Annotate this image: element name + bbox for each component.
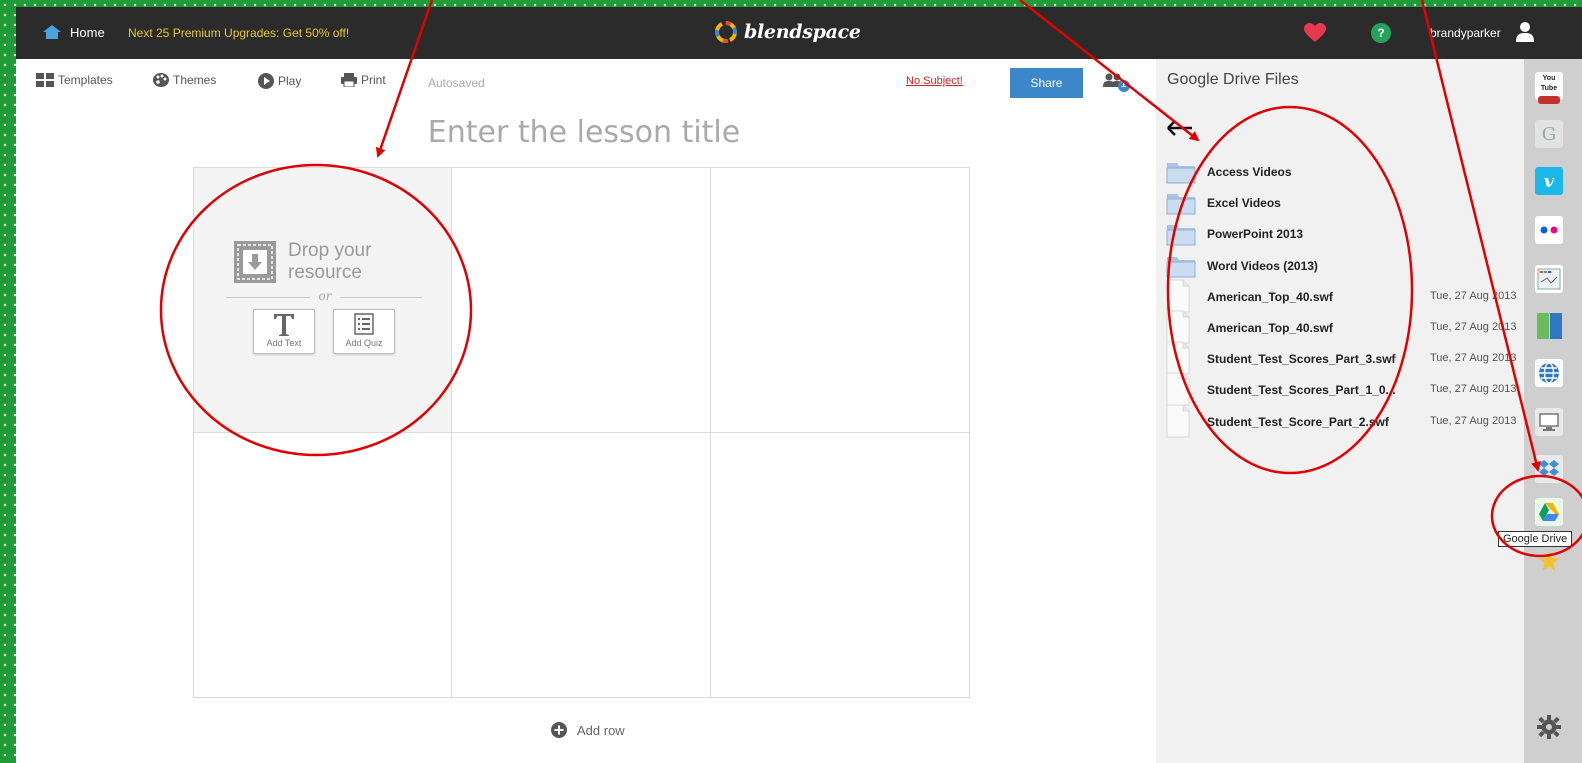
youtube-icon[interactable]: You Tube xyxy=(1535,72,1563,104)
grid-cell[interactable] xyxy=(452,168,711,433)
drive-item-name: Word Videos (2013) xyxy=(1207,258,1318,273)
google-search-icon[interactable]: G xyxy=(1535,120,1563,148)
or-text: or xyxy=(310,289,340,303)
no-subject-link[interactable]: No Subject! xyxy=(906,75,963,87)
themes-label: Themes xyxy=(173,73,217,87)
blendspace-app: Home Next 25 Premium Upgrades: Get 50% o… xyxy=(16,7,1582,763)
grid-cell[interactable] xyxy=(711,433,970,698)
computer-upload-icon[interactable] xyxy=(1535,408,1563,436)
drive-file-row[interactable]: Student_Test_Score_Part_2.swf Tue, 27 Aug… xyxy=(1166,404,1522,438)
blendspace-logo[interactable]: blendspace xyxy=(714,20,861,44)
google-drive-tooltip: Google Drive xyxy=(1498,531,1573,547)
promo-link[interactable]: Next 25 Premium Upgrades: Get 50% off! xyxy=(128,26,349,40)
templates-label: Templates xyxy=(58,73,113,87)
printer-icon xyxy=(341,73,357,87)
drive-item-date: Tue, 27 Aug 2013 xyxy=(1430,383,1517,396)
drive-item-name: American_Top_40.swf xyxy=(1207,321,1333,335)
collaborators-button[interactable]: 1 xyxy=(1102,72,1130,97)
drive-file-row[interactable]: American_Top_40.swf Tue, 27 Aug 2013 xyxy=(1166,279,1522,313)
drop-your-resource-text: Drop your resource xyxy=(288,240,371,284)
palette-icon xyxy=(153,73,169,87)
drive-folder-row[interactable]: PowerPoint 2013 xyxy=(1166,222,1522,248)
web-globe-icon[interactable] xyxy=(1535,359,1563,387)
play-icon xyxy=(258,73,274,89)
drive-folder-row[interactable]: Word Videos (2013) xyxy=(1166,254,1522,280)
logo-text: blendspace xyxy=(744,21,861,43)
lesson-title-input[interactable]: Enter the lesson title xyxy=(16,115,1152,150)
play-button[interactable]: Play xyxy=(258,73,301,89)
dropbox-icon[interactable] xyxy=(1535,455,1563,483)
drive-item-date: Tue, 27 Aug 2013 xyxy=(1430,352,1517,365)
drive-file-row[interactable]: American_Top_40.swf Tue, 27 Aug 2013 xyxy=(1166,310,1522,344)
drop-resource-area[interactable]: Drop your resource xyxy=(234,240,371,284)
drive-item-date: Tue, 27 Aug 2013 xyxy=(1430,289,1517,302)
folder-icon xyxy=(1166,222,1196,251)
home-label: Home xyxy=(70,24,105,40)
drive-item-date: Tue, 27 Aug 2013 xyxy=(1430,414,1517,427)
templates-button[interactable]: Templates xyxy=(36,73,113,87)
print-label: Print xyxy=(361,73,386,87)
grid-cell[interactable]: Drop your resource or Add Text Add Quiz xyxy=(194,168,452,433)
add-quiz-label: Add Quiz xyxy=(345,338,383,348)
home-icon xyxy=(43,25,61,39)
settings-gear-icon[interactable] xyxy=(1535,713,1563,741)
drive-item-name: PowerPoint 2013 xyxy=(1207,227,1304,242)
file-icon xyxy=(1166,404,1190,443)
folder-icon xyxy=(1166,160,1196,189)
drop-line-2: resource xyxy=(288,262,362,283)
drive-file-row[interactable]: Student_Test_Scores_Part_3.swf Tue, 27 Au… xyxy=(1166,341,1522,375)
lesson-grid: Drop your resource or Add Text Add Quiz xyxy=(193,167,970,698)
book-icon[interactable] xyxy=(1535,312,1563,340)
grid-cell[interactable] xyxy=(452,433,711,698)
text-t-icon xyxy=(254,310,314,338)
educreations-icon[interactable] xyxy=(1535,265,1563,293)
drive-file-row[interactable]: Student_Test_Scores_Part_1_0... Tue, 27 A… xyxy=(1166,372,1522,406)
grid-cell[interactable] xyxy=(194,433,452,698)
help-icon[interactable]: ? xyxy=(1371,23,1391,43)
google-drive-panel: Google Drive Files Access Videos Excel Vi… xyxy=(1156,59,1524,763)
folder-icon xyxy=(1166,191,1196,220)
drive-item-name: Student_Test_Scores_Part_1_0... xyxy=(1207,383,1396,398)
top-bar: Home Next 25 Premium Upgrades: Get 50% o… xyxy=(16,7,1582,59)
home-link[interactable]: Home xyxy=(42,24,105,40)
username[interactable]: brandyparker xyxy=(1430,26,1501,40)
resource-dock: You Tube G v xyxy=(1524,59,1582,763)
autosaved-status: Autosaved xyxy=(428,76,485,90)
plus-circle-icon xyxy=(551,722,567,738)
drive-item-name: Access Videos xyxy=(1207,165,1292,179)
grid-cell[interactable] xyxy=(711,168,970,433)
panel-title: Google Drive Files xyxy=(1167,71,1299,88)
drop-line-1: Drop your xyxy=(288,240,372,261)
drive-item-name: American_Top_40.swf xyxy=(1207,289,1333,304)
drive-folder-row[interactable]: Access Videos xyxy=(1166,160,1522,186)
print-button[interactable]: Print xyxy=(341,73,386,87)
star-icon[interactable] xyxy=(1535,547,1563,575)
google-drive-icon[interactable] xyxy=(1535,498,1563,526)
vimeo-icon[interactable]: v xyxy=(1535,167,1563,195)
play-label: Play xyxy=(278,74,302,88)
add-row-label: Add row xyxy=(577,722,625,738)
flickr-icon[interactable] xyxy=(1535,216,1563,244)
download-drop-icon xyxy=(234,241,276,283)
collaborators-count: 1 xyxy=(1121,79,1127,89)
share-button[interactable]: Share xyxy=(1010,68,1083,98)
add-text-label: Add Text xyxy=(266,338,302,348)
editor-toolbar: Templates Themes Play Print Autosaved No… xyxy=(16,59,1156,103)
add-text-button[interactable]: Add Text xyxy=(253,309,315,354)
themes-button[interactable]: Themes xyxy=(153,73,216,87)
drive-item-name: Student_Test_Score_Part_2.swf xyxy=(1207,414,1389,429)
youtube-label: You Tube xyxy=(1540,75,1558,92)
templates-icon xyxy=(36,73,54,87)
logo-ring-icon xyxy=(715,21,737,43)
heart-icon[interactable] xyxy=(1304,23,1326,43)
user-icon[interactable] xyxy=(1516,21,1534,43)
drive-item-name: Student_Test_Scores_Part_3.swf xyxy=(1207,352,1396,367)
quiz-list-icon xyxy=(334,310,394,338)
add-row-button[interactable]: Add row xyxy=(551,722,625,738)
drive-item-name: Excel Videos xyxy=(1207,196,1281,211)
back-arrow-icon[interactable] xyxy=(1166,117,1196,143)
add-quiz-button[interactable]: Add Quiz xyxy=(333,309,395,354)
drive-folder-row[interactable]: Excel Videos xyxy=(1166,191,1522,217)
drive-item-date: Tue, 27 Aug 2013 xyxy=(1430,321,1517,333)
